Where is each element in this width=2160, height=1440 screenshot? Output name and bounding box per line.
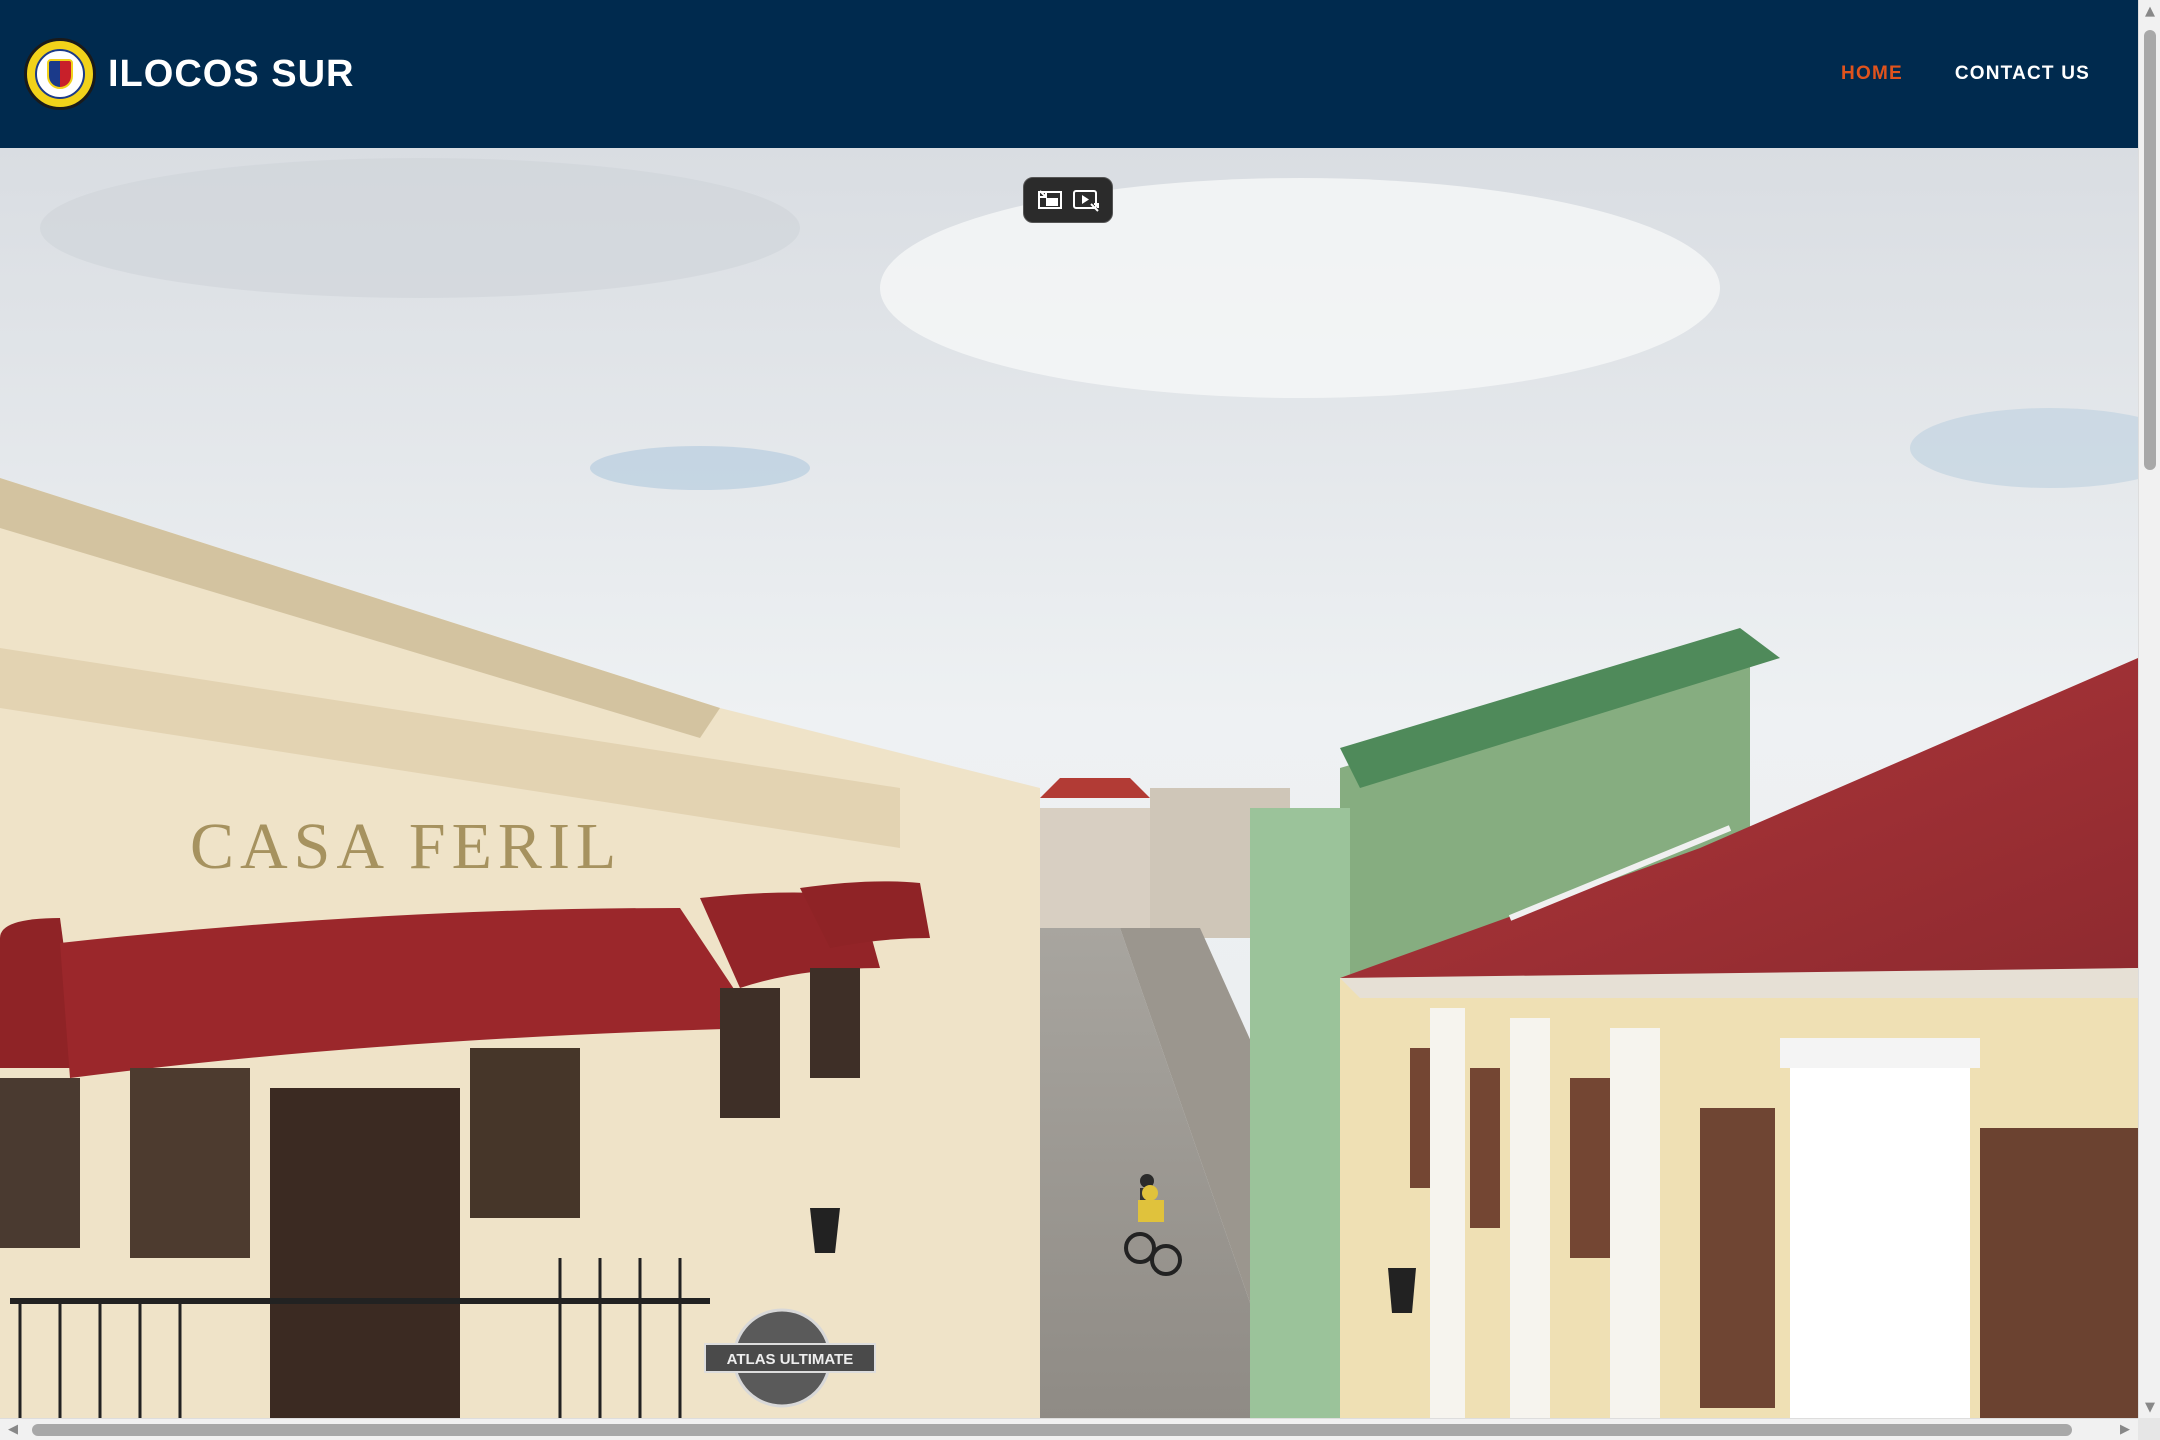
nav-home-link[interactable]: HOME [1841, 63, 1903, 85]
video-overlay-controls [1023, 177, 1113, 223]
provincial-seal-icon [24, 38, 96, 110]
scroll-right-arrow-icon[interactable]: ▶ [2118, 1422, 2132, 1437]
building-sign: CASA FERIL [190, 810, 622, 883]
vertical-scrollbar-thumb[interactable] [2144, 30, 2156, 470]
brand-title: ILOCOS SUR [108, 52, 355, 95]
shop-sign: ATLAS ULTIMATE [727, 1351, 854, 1368]
scroll-up-arrow-icon[interactable]: ▲ [2143, 4, 2157, 19]
site-header: ILOCOS SUR HOME CONTACT US [0, 0, 2138, 148]
scroll-left-arrow-icon[interactable]: ◀ [6, 1422, 20, 1437]
exit-fullscreen-icon[interactable] [1035, 185, 1065, 215]
browser-viewport: ILOCOS SUR HOME CONTACT US CASA FERIL AT… [0, 0, 2138, 1418]
seal-emblem [35, 49, 85, 99]
scroll-down-arrow-icon[interactable]: ▼ [2143, 1400, 2157, 1415]
seal-shield [47, 59, 73, 89]
horizontal-scrollbar[interactable]: ◀ ▶ [0, 1418, 2138, 1440]
picture-in-picture-icon[interactable] [1071, 185, 1101, 215]
scrollbar-corner [2138, 1418, 2160, 1440]
vertical-scrollbar[interactable]: ▲ ▼ [2138, 0, 2160, 1418]
nav-contact-link[interactable]: CONTACT US [1955, 63, 2090, 85]
main-nav: HOME CONTACT US [1841, 63, 2090, 85]
horizontal-scrollbar-thumb[interactable] [32, 1424, 2072, 1436]
hero-video[interactable]: CASA FERIL ATLAS ULTIMATE [0, 148, 2138, 1418]
brand[interactable]: ILOCOS SUR [24, 38, 354, 110]
hero-video-frame: CASA FERIL ATLAS ULTIMATE [0, 148, 2138, 1418]
